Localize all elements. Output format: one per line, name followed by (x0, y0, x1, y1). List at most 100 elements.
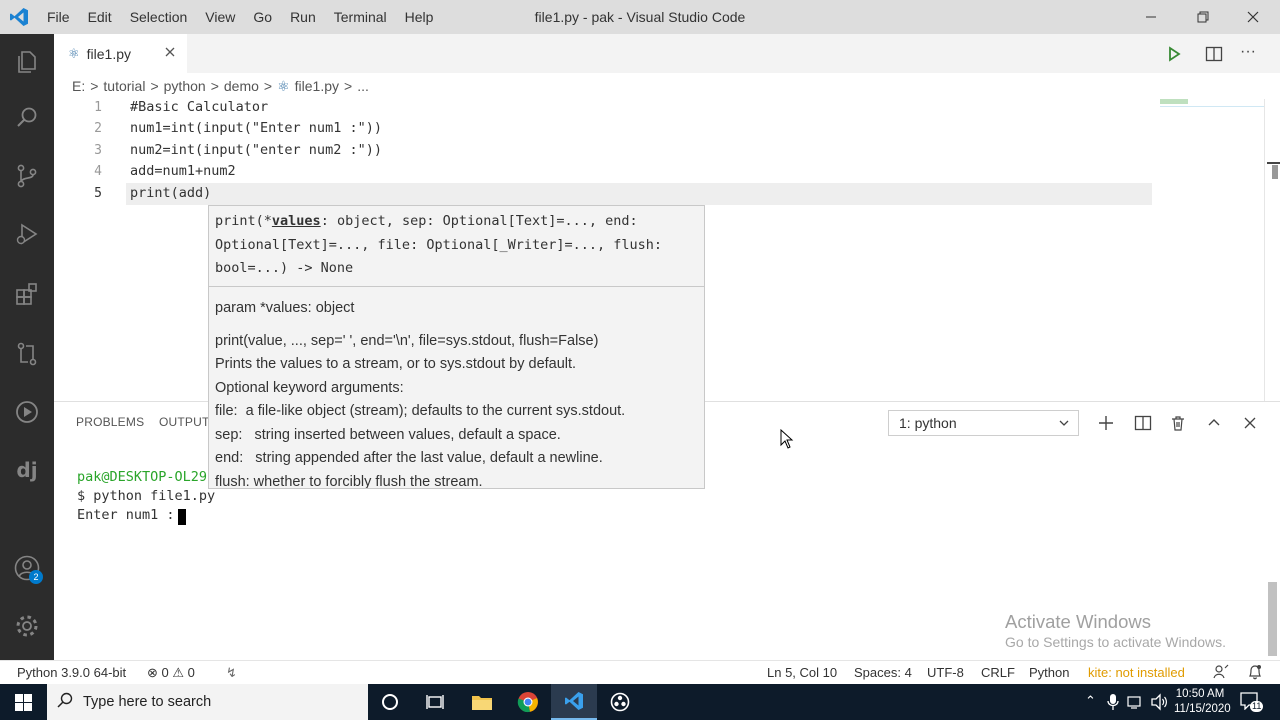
run-debug-icon[interactable] (0, 210, 54, 258)
menu-run[interactable]: Run (281, 0, 325, 34)
extensions-icon[interactable] (0, 270, 54, 318)
more-actions-icon[interactable]: ··· (1240, 43, 1256, 61)
activity-bar: dj 2 (0, 34, 54, 660)
git-compare-icon[interactable] (0, 330, 54, 378)
doc-line: sep: string inserted between values, def… (215, 427, 561, 443)
terminal-select[interactable]: 1: python (888, 410, 1079, 436)
account-badge: 2 (29, 570, 43, 584)
breadcrumb-sep: > (150, 78, 159, 94)
close-window-button[interactable] (1230, 0, 1276, 34)
menu-edit[interactable]: Edit (79, 0, 121, 34)
minimap[interactable] (1160, 99, 1264, 107)
vscode-taskbar-icon[interactable] (551, 684, 597, 720)
chrome-icon[interactable] (505, 684, 551, 720)
breadcrumb-sep: > (263, 78, 273, 94)
tab-label: file1.py (86, 45, 132, 62)
microphone-icon[interactable] (1107, 693, 1119, 714)
split-terminal-icon[interactable] (1130, 410, 1156, 436)
django-icon[interactable]: dj (0, 446, 54, 494)
clock-time: 10:50 AM (1175, 688, 1225, 700)
breadcrumb-drive[interactable]: E: (72, 78, 85, 94)
breadcrumb-file[interactable]: file1.py (295, 78, 339, 94)
tab-problems[interactable]: PROBLEMS (76, 415, 144, 429)
breadcrumb-sep: > (344, 78, 353, 94)
line-number: 5 (94, 186, 102, 201)
obs-icon[interactable] (597, 684, 643, 720)
terminal-scrollbar[interactable] (1268, 582, 1277, 656)
taskbar-search-box[interactable]: Type here to search (47, 684, 368, 720)
speaker-icon[interactable] (1150, 693, 1168, 714)
search-icon (57, 692, 73, 712)
doc-line: Optional keyword arguments: (215, 380, 404, 396)
code-line[interactable]: #Basic Calculator (130, 99, 268, 115)
terminal-line: $ python file1.py (77, 488, 216, 504)
search-icon[interactable] (0, 94, 54, 142)
warning-count: 0 (187, 665, 195, 680)
terminal-prompt: pak@DESKTOP-OL29 (77, 469, 208, 485)
code-line[interactable]: print(add) (130, 185, 211, 201)
menu-selection[interactable]: Selection (121, 0, 197, 34)
cortana-icon[interactable] (367, 684, 413, 720)
problems-status[interactable]: ⊗ 0 ⚠ 0 (147, 665, 195, 681)
cursor-position[interactable]: Ln 5, Col 10 (767, 665, 837, 680)
clock-date: 11/15/2020 (1174, 703, 1231, 715)
close-tab-icon[interactable] (164, 45, 176, 61)
signature-prefix: print(* (215, 213, 272, 229)
menu-view[interactable]: View (196, 0, 244, 34)
status-bar: Python 3.9.0 64-bit ⊗ 0 ⚠ 0 ↯ Ln 5, Col … (0, 660, 1280, 684)
close-panel-icon[interactable] (1237, 410, 1263, 436)
windows-start-icon[interactable] (0, 684, 46, 720)
menu-go[interactable]: Go (244, 0, 281, 34)
tab-output[interactable]: OUTPUT (159, 415, 210, 429)
error-count: 0 (161, 665, 169, 680)
breadcrumb-python[interactable]: python (164, 78, 206, 94)
menu-file[interactable]: File (38, 0, 79, 34)
bell-icon[interactable] (1247, 664, 1263, 683)
breadcrumb-demo[interactable]: demo (224, 78, 259, 94)
language-mode[interactable]: Python (1029, 665, 1069, 680)
gear-icon[interactable] (0, 602, 54, 650)
play-circle-icon[interactable] (0, 388, 54, 436)
task-view-icon[interactable] (412, 684, 458, 720)
python-file-icon: ⚛ (277, 77, 290, 94)
breadcrumb: E: > tutorial > python > demo > ⚛ file1.… (54, 73, 1280, 99)
maximize-panel-icon[interactable] (1201, 410, 1227, 436)
menu-terminal[interactable]: Terminal (325, 0, 396, 34)
python-file-icon: ⚛ (68, 45, 80, 61)
tab-file1-py[interactable]: ⚛ file1.py (54, 34, 187, 73)
network-icon[interactable] (1127, 694, 1143, 713)
run-file-icon[interactable] (1164, 44, 1184, 67)
indentation[interactable]: Spaces: 4 (854, 665, 912, 680)
breadcrumb-sep: > (90, 78, 99, 94)
restore-button[interactable] (1180, 0, 1226, 34)
explorer-icon[interactable] (0, 38, 54, 86)
activate-windows-title: Activate Windows (1005, 611, 1151, 632)
file-explorer-icon[interactable] (459, 684, 505, 720)
mouse-cursor-icon (780, 428, 794, 452)
code-line[interactable]: add=num1+num2 (130, 163, 236, 179)
kite-status[interactable]: kite: not installed (1088, 665, 1185, 680)
active-parameter: values (271, 213, 321, 229)
breadcrumb-symbols[interactable]: ... (357, 78, 369, 94)
feedback-icon[interactable] (1213, 664, 1229, 683)
terminal-line: Enter num1 : (77, 507, 175, 523)
interpreter-status[interactable]: Python 3.9.0 64-bit (17, 665, 126, 680)
encoding[interactable]: UTF-8 (927, 665, 964, 680)
breadcrumb-tutorial[interactable]: tutorial (103, 78, 145, 94)
source-control-icon[interactable] (0, 152, 54, 200)
code-line[interactable]: num1=int(input("Enter num1 :")) (130, 120, 382, 136)
lightning-icon[interactable]: ↯ (226, 665, 237, 681)
split-editor-icon[interactable] (1204, 44, 1224, 67)
code-line[interactable]: num2=int(input("enter num2 :")) (130, 142, 382, 158)
warning-icon: ⚠ (172, 665, 185, 680)
trash-icon[interactable] (1165, 410, 1191, 436)
chevron-up-icon[interactable]: ⌃ (1085, 693, 1096, 709)
end-of-line[interactable]: CRLF (981, 665, 1015, 680)
account-icon[interactable]: 2 (0, 544, 54, 592)
editor-scrollbar[interactable] (1264, 99, 1280, 401)
menu-help[interactable]: Help (396, 0, 443, 34)
notification-center-icon[interactable]: 11 (1240, 692, 1264, 713)
new-terminal-icon[interactable] (1093, 410, 1119, 436)
clock[interactable]: 10:50 AM 11/15/2020 (1174, 687, 1231, 717)
minimize-button[interactable] (1128, 0, 1174, 34)
